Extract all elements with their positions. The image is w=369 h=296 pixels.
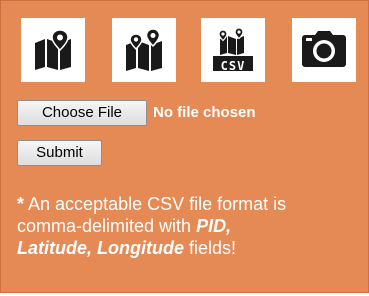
camera-button[interactable] xyxy=(292,18,356,82)
map-pins-button[interactable] xyxy=(112,18,176,82)
note-line-2-text: comma-delimited with xyxy=(17,216,197,236)
submit-button[interactable]: Submit xyxy=(17,140,102,166)
csv-upload-button[interactable]: CSV xyxy=(201,18,265,82)
note-asterisk: * xyxy=(17,194,25,214)
note-line-3: Latitude, Longitude fields! xyxy=(17,237,369,259)
note-field-pid: PID, xyxy=(196,216,232,236)
camera-icon xyxy=(302,31,346,67)
note-line-2: comma-delimited with PID, xyxy=(17,215,369,237)
file-status-text: No file chosen xyxy=(153,104,256,121)
upload-panel: CSV Choose File No file chosen Submit * … xyxy=(0,0,369,293)
note-line-3-text: fields! xyxy=(183,238,237,258)
note-line-1-text: An acceptable CSV file format is xyxy=(28,194,287,214)
map-pin-button[interactable] xyxy=(21,18,85,82)
note-line-1: * An acceptable CSV file format is xyxy=(17,193,369,215)
note-field-lat-lng: Latitude, Longitude xyxy=(17,238,184,258)
map-pin-icon xyxy=(35,29,71,70)
map-pins-icon xyxy=(126,28,162,71)
csv-label: CSV xyxy=(220,59,246,73)
choose-file-button[interactable]: Choose File xyxy=(17,100,147,126)
csv-format-note: * An acceptable CSV file format is comma… xyxy=(17,193,369,259)
